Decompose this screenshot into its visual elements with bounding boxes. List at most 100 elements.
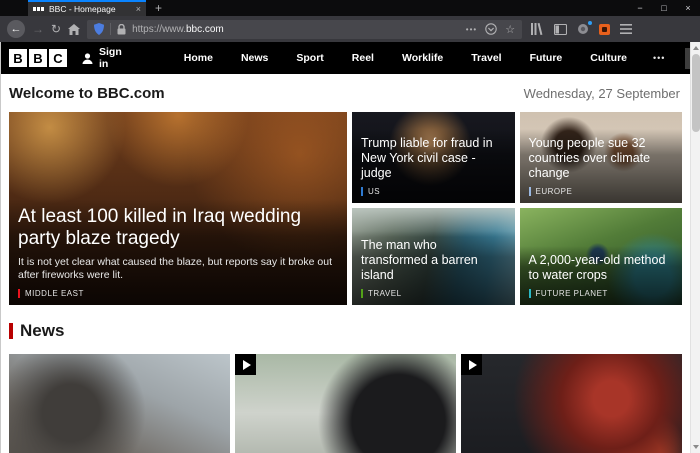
- library-icon[interactable]: [531, 23, 544, 35]
- story-headline: A 2,000-year-old method to water crops: [529, 253, 674, 283]
- scrollbar-thumb[interactable]: [692, 54, 700, 132]
- back-button[interactable]: ←: [7, 20, 25, 38]
- sign-in-label: Sign in: [99, 46, 122, 70]
- story-category: US: [361, 187, 506, 196]
- news-thumbnails: [9, 354, 682, 453]
- scroll-down-icon[interactable]: [693, 445, 699, 449]
- story-barren-island[interactable]: The man who transformed a barren island …: [352, 208, 515, 305]
- tab-bar: BBC - Homepage × + − □ ×: [0, 0, 700, 16]
- news-thumb-1[interactable]: [9, 354, 230, 453]
- welcome-heading: Welcome to BBC.com: [9, 85, 165, 102]
- story-category: TRAVEL: [361, 289, 506, 298]
- new-tab-button[interactable]: +: [146, 0, 171, 16]
- urlbar-actions: ••• ☆: [466, 23, 515, 36]
- address-bar[interactable]: https://www.bbc.com ••• ☆: [87, 20, 522, 39]
- hero-middle-column: Trump liable for fraud in New York civil…: [352, 112, 515, 305]
- story-headline: The man who transformed a barren island: [361, 238, 506, 283]
- menu-icon[interactable]: [620, 24, 632, 34]
- scroll-up-icon[interactable]: [693, 46, 699, 50]
- story-headline: Young people sue 32 countries over clima…: [529, 136, 674, 181]
- nav-more-icon[interactable]: •••: [641, 53, 677, 63]
- nav-item-travel[interactable]: Travel: [457, 52, 515, 64]
- bbc-logo-block: B: [9, 49, 27, 67]
- bookmark-star-icon[interactable]: ☆: [505, 23, 515, 36]
- story-iraq-blaze[interactable]: At least 100 killed in Iraq wedding part…: [9, 112, 347, 305]
- category-label: FUTURE PLANET: [536, 289, 608, 298]
- nav-item-culture[interactable]: Culture: [576, 52, 641, 64]
- news-heading-row: News: [9, 321, 682, 341]
- story-category: MIDDLE EAST: [18, 289, 338, 298]
- bbc-logo[interactable]: B B C: [9, 49, 67, 67]
- close-window-button[interactable]: ×: [676, 0, 700, 16]
- category-label: MIDDLE EAST: [25, 289, 84, 298]
- navigation-toolbar: ← → ↻ https://www.bbc.com ••• ☆: [0, 16, 700, 42]
- nav-item-future[interactable]: Future: [516, 52, 577, 64]
- page-scrollbar[interactable]: [690, 42, 700, 453]
- bbc-logo-block: B: [29, 49, 47, 67]
- tab-title: BBC - Homepage: [49, 4, 131, 14]
- bbc-primary-nav: Home News Sport Reel Worklife Travel Fut…: [170, 52, 678, 64]
- url-scheme: https://www.: [132, 24, 186, 35]
- story-climate-lawsuit[interactable]: Young people sue 32 countries over clima…: [520, 112, 683, 203]
- forward-button[interactable]: →: [32, 23, 44, 35]
- story-overlay: The man who transformed a barren island …: [352, 231, 515, 305]
- maximize-button[interactable]: □: [652, 0, 676, 16]
- bbc-logo-block: C: [49, 49, 67, 67]
- home-button[interactable]: [68, 24, 80, 35]
- category-color-bar: [529, 187, 531, 196]
- nav-item-home[interactable]: Home: [170, 52, 227, 64]
- category-color-bar: [361, 289, 363, 298]
- tracking-shield-icon[interactable]: [94, 23, 104, 35]
- category-color-bar: [18, 289, 20, 298]
- page-actions-icon[interactable]: •••: [466, 25, 477, 34]
- lock-icon[interactable]: [117, 24, 126, 35]
- story-summary: It is not yet clear what caused the blaz…: [18, 256, 338, 283]
- story-overlay: Young people sue 32 countries over clima…: [520, 129, 683, 203]
- story-category: EUROPE: [529, 187, 674, 196]
- news-section: News: [9, 321, 682, 453]
- pocket-icon[interactable]: [485, 23, 497, 35]
- category-label: TRAVEL: [368, 289, 402, 298]
- news-thumb-3[interactable]: [461, 354, 682, 453]
- extension-orange-icon[interactable]: [599, 24, 610, 35]
- category-label: US: [368, 187, 380, 196]
- page-content: B B C Sign in Home News Sport Reel Workl…: [0, 42, 700, 453]
- date-label: Wednesday, 27 September: [524, 86, 680, 101]
- story-headline: Trump liable for fraud in New York civil…: [361, 136, 506, 181]
- sign-in-button[interactable]: Sign in: [81, 46, 122, 70]
- nav-item-reel[interactable]: Reel: [338, 52, 388, 64]
- category-color-bar: [361, 187, 363, 196]
- reload-button[interactable]: ↻: [51, 23, 61, 35]
- story-category: FUTURE PLANET: [529, 289, 674, 298]
- play-icon: [461, 354, 482, 375]
- toolbar-right-icons: [531, 23, 632, 35]
- sidebar-toggle-icon[interactable]: [554, 24, 567, 35]
- section-accent-bar: [9, 323, 13, 339]
- news-thumb-2[interactable]: [235, 354, 456, 453]
- extension-icon[interactable]: [577, 23, 589, 35]
- nav-item-worklife[interactable]: Worklife: [388, 52, 457, 64]
- tab-close-icon[interactable]: ×: [136, 4, 141, 14]
- person-icon: [81, 52, 94, 65]
- news-section-heading[interactable]: News: [20, 321, 64, 341]
- story-headline: At least 100 killed in Iraq wedding part…: [18, 206, 338, 251]
- bbc-header: B B C Sign in Home News Sport Reel Workl…: [1, 42, 700, 74]
- hero-grid: At least 100 killed in Iraq wedding part…: [9, 112, 682, 305]
- tab-bbc-homepage[interactable]: BBC - Homepage ×: [28, 0, 146, 16]
- story-water-crops[interactable]: A 2,000-year-old method to water crops F…: [520, 208, 683, 305]
- category-label: EUROPE: [536, 187, 573, 196]
- story-trump-fraud[interactable]: Trump liable for fraud in New York civil…: [352, 112, 515, 203]
- url-domain: bbc.com: [186, 24, 224, 35]
- hero-right-column: Young people sue 32 countries over clima…: [520, 112, 683, 305]
- extension-notification-dot: [588, 21, 592, 25]
- nav-item-news[interactable]: News: [227, 52, 282, 64]
- play-icon: [235, 354, 256, 375]
- bbc-favicon-icon: [33, 7, 44, 11]
- minimize-button[interactable]: −: [628, 0, 652, 16]
- masthead: Welcome to BBC.com Wednesday, 27 Septemb…: [1, 74, 700, 112]
- nav-item-sport[interactable]: Sport: [282, 52, 337, 64]
- window-controls: − □ ×: [628, 0, 700, 16]
- urlbar-divider: [110, 23, 111, 35]
- story-overlay: Trump liable for fraud in New York civil…: [352, 129, 515, 203]
- url-text: https://www.bbc.com: [132, 24, 460, 35]
